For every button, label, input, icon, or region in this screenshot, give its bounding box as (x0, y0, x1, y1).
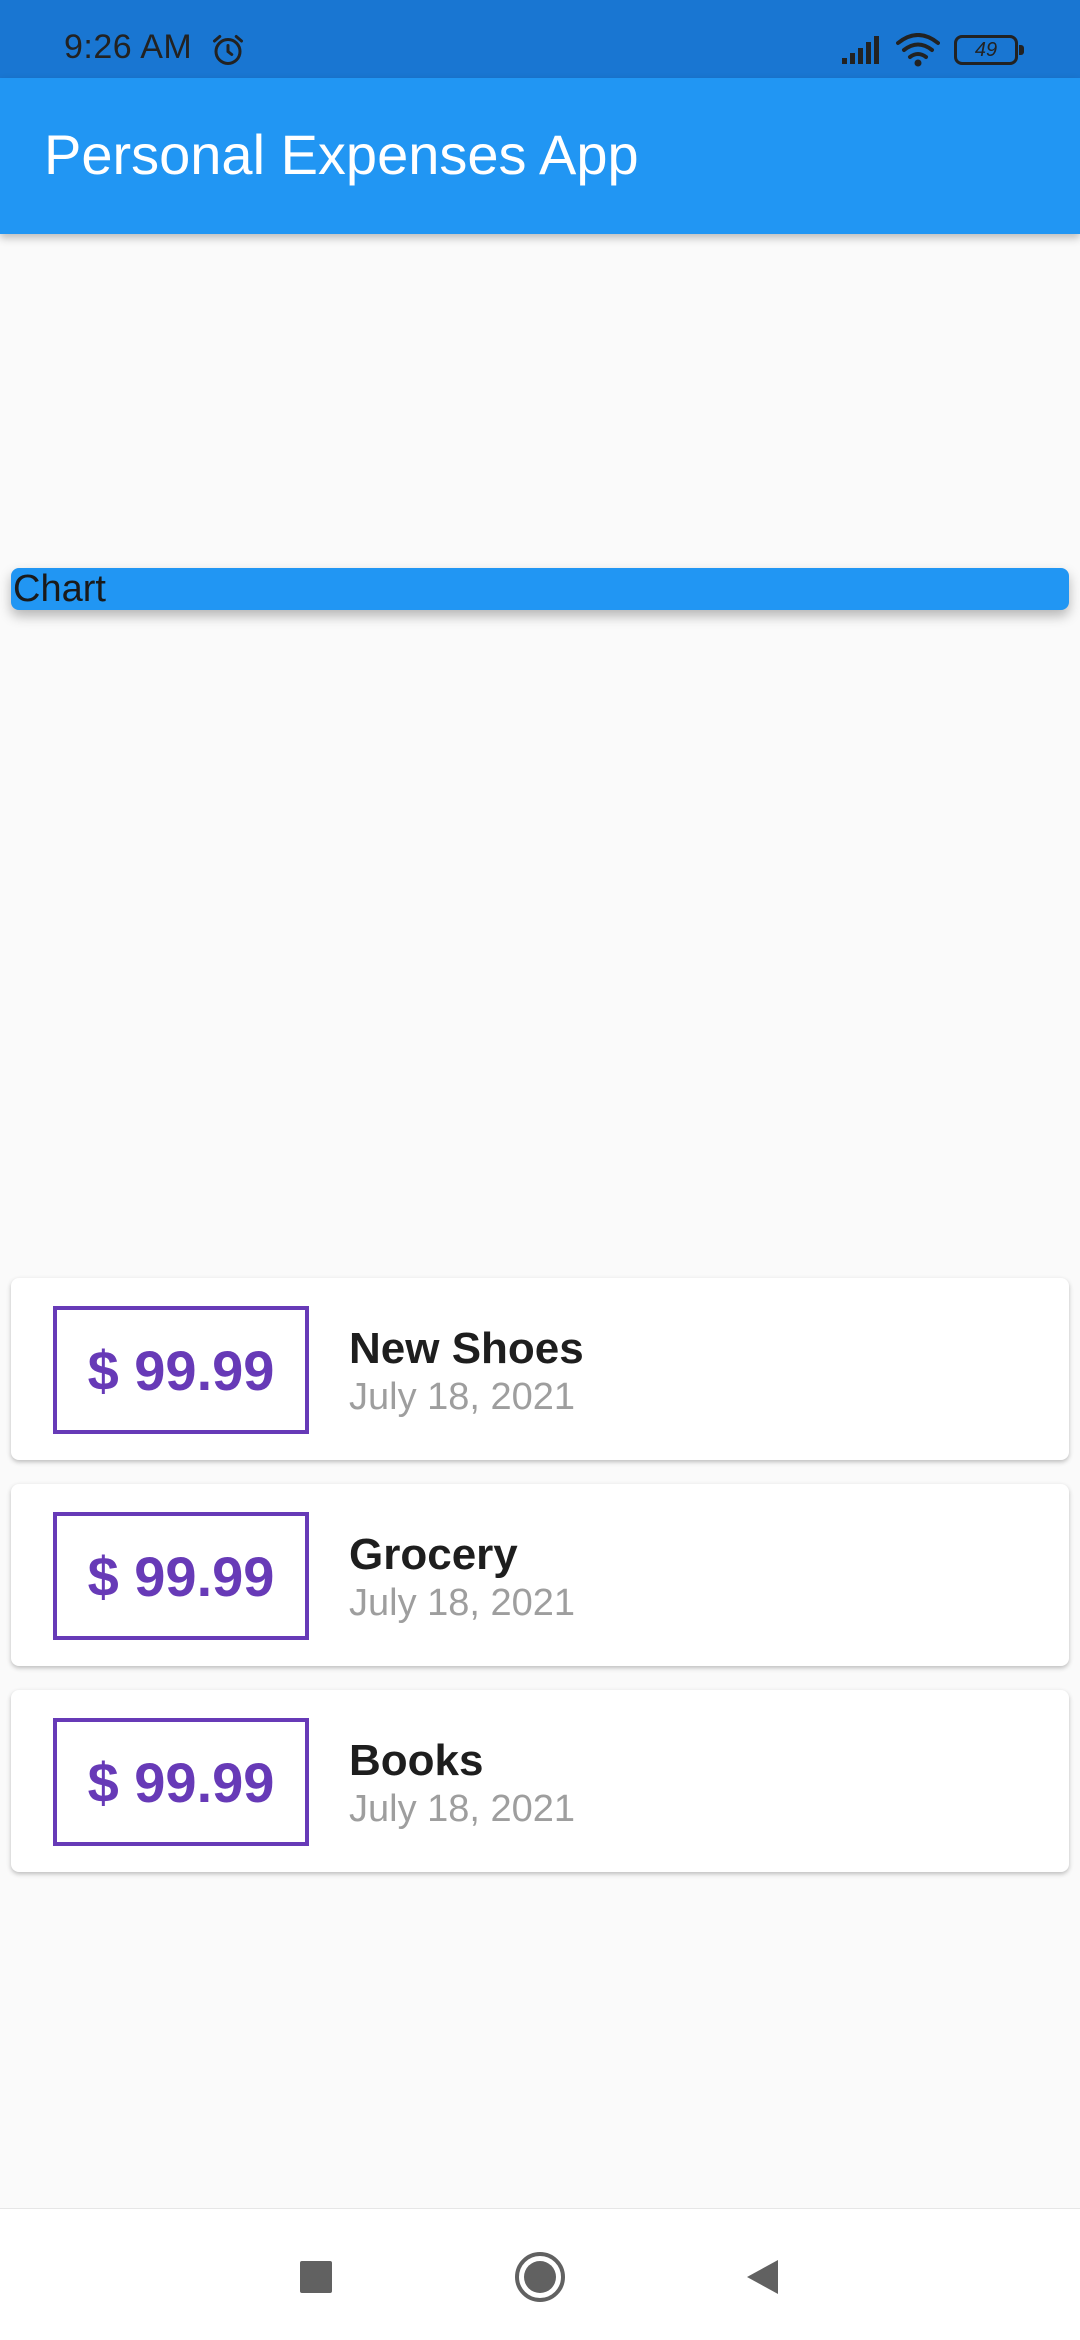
app-title: Personal Expenses App (44, 123, 639, 186)
app-screen: 9:26 AM 49 Personal Expenses App Chart $… (0, 0, 1080, 2340)
back-button[interactable] (732, 2247, 792, 2307)
home-icon (515, 2252, 565, 2302)
wifi-icon (896, 33, 940, 67)
transaction-amount: $ 99.99 (87, 1750, 275, 1814)
transaction-date: July 18, 2021 (349, 1788, 576, 1830)
navigation-bar (0, 2208, 1080, 2340)
transaction-title: Grocery (349, 1530, 518, 1579)
recents-button[interactable] (286, 2247, 346, 2307)
transaction-title: Books (349, 1736, 484, 1785)
chart-card: Chart (11, 568, 1069, 610)
amount-box: $ 99.99 (53, 1718, 309, 1846)
back-icon (747, 2260, 778, 2294)
chart-label: Chart (13, 568, 106, 610)
amount-box: $ 99.99 (53, 1512, 309, 1640)
amount-box: $ 99.99 (53, 1306, 309, 1434)
signal-icon (842, 36, 879, 64)
status-icons: 49 (842, 30, 1024, 70)
app-bar: Personal Expenses App (0, 78, 1080, 234)
status-bar: 9:26 AM 49 (0, 0, 1080, 78)
transaction-date: July 18, 2021 (349, 1376, 576, 1418)
battery-level: 49 (974, 38, 998, 61)
transaction-card[interactable]: $ 99.99 Grocery July 18, 2021 (11, 1484, 1069, 1666)
battery-icon: 49 (954, 35, 1024, 65)
transaction-amount: $ 99.99 (87, 1544, 275, 1608)
transaction-title: New Shoes (349, 1324, 584, 1373)
transaction-card[interactable]: $ 99.99 Books July 18, 2021 (11, 1690, 1069, 1872)
alarm-icon (213, 35, 243, 65)
transaction-amount: $ 99.99 (87, 1338, 275, 1402)
transaction-date: July 18, 2021 (349, 1582, 576, 1624)
status-time: 9:26 AM (64, 28, 193, 66)
home-button[interactable] (510, 2247, 570, 2307)
transaction-list: $ 99.99 New Shoes July 18, 2021 $ 99.99 … (11, 1278, 1069, 1896)
recents-icon (300, 2261, 332, 2293)
transaction-card[interactable]: $ 99.99 New Shoes July 18, 2021 (11, 1278, 1069, 1460)
